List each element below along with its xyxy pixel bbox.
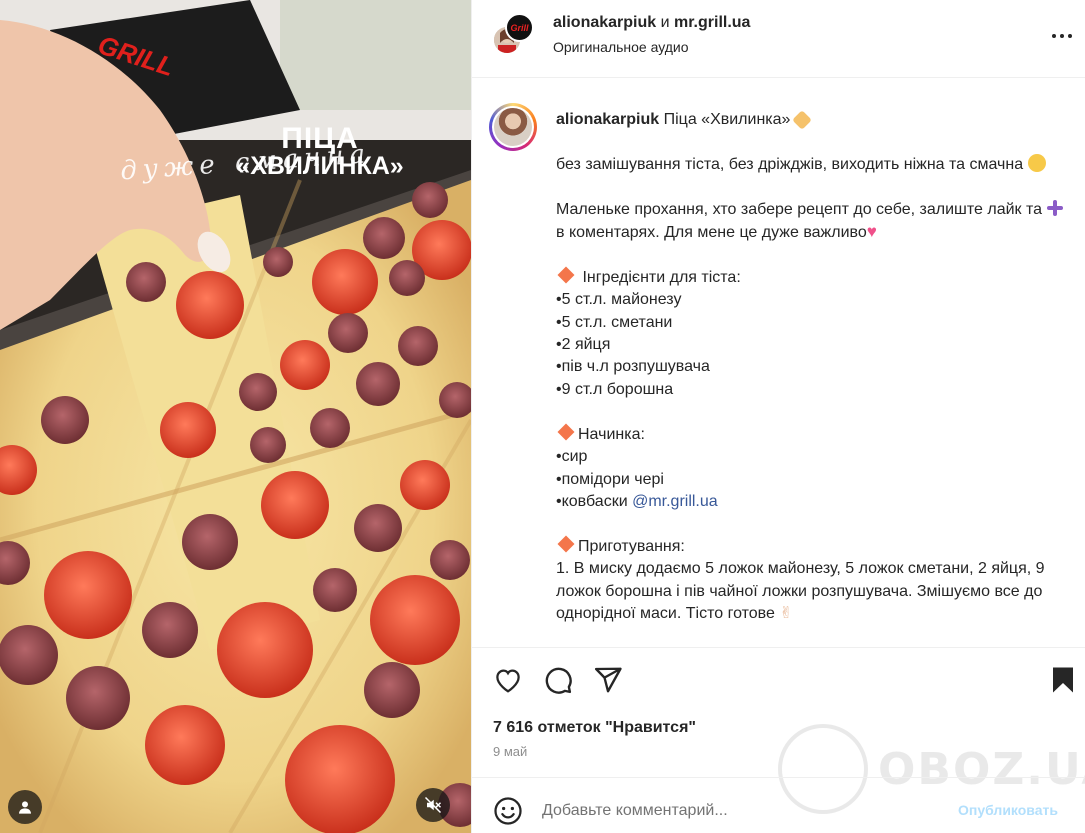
caption-avatar[interactable] bbox=[489, 103, 537, 151]
filling-heading: Начинка: bbox=[578, 425, 645, 443]
post-date[interactable]: 9 май bbox=[493, 744, 527, 759]
post-media[interactable]: GRILL дуже смачна ПІЦА «ХВИЛИНКА» bbox=[0, 0, 471, 833]
avatar-logo-text: Grill bbox=[510, 22, 529, 33]
filling-item-prefix: •ковбаски bbox=[556, 492, 633, 510]
caption-paragraph-1: без замішування тіста, без дріжджів, вих… bbox=[556, 155, 1028, 173]
save-button[interactable] bbox=[1048, 665, 1078, 695]
tongue-emoji-icon bbox=[1027, 153, 1046, 172]
like-button[interactable] bbox=[493, 665, 523, 695]
emoji-icon bbox=[494, 797, 522, 825]
ingredient-item: •2 яйця bbox=[556, 336, 611, 354]
authors-conjunction: и bbox=[656, 14, 674, 31]
user-tag-icon bbox=[19, 801, 31, 814]
ingredient-item: •пів ч.л розпушувача bbox=[556, 358, 710, 376]
overlay-title: ПІЦА «ХВИЛИНКА» bbox=[200, 122, 440, 180]
ok-hand-emoji-icon: ✌ bbox=[779, 604, 793, 622]
comment-bar: Опубликовать bbox=[472, 777, 1085, 833]
audio-link[interactable]: Оригинальное аудио bbox=[553, 39, 689, 55]
user-tag-button[interactable] bbox=[8, 790, 42, 824]
ingredient-item: •9 ст.л борошна bbox=[556, 380, 674, 398]
heart-icon bbox=[496, 669, 520, 693]
ingredients-heading: Інгредієнти для тіста: bbox=[582, 268, 741, 286]
filling-item: •сир bbox=[556, 448, 588, 466]
share-icon bbox=[594, 667, 622, 693]
post-authors: alionakarpiuk и mr.grill.ua bbox=[553, 14, 750, 32]
likes-count[interactable]: 7 616 отметок "Нравится" bbox=[493, 719, 696, 737]
caption-text: alionakarpiuk Піца «Хвилинка» без замішу… bbox=[556, 109, 1076, 625]
avatar-mr-grill[interactable]: Grill bbox=[505, 13, 534, 42]
filling-item: •помідори чері bbox=[556, 470, 664, 488]
comment-button[interactable] bbox=[543, 665, 573, 695]
overlay-title-line3: «ХВИЛИНКА» bbox=[236, 152, 404, 180]
share-button[interactable] bbox=[593, 665, 623, 695]
comment-icon bbox=[545, 667, 572, 694]
ingredient-item: •5 ст.л. сметани bbox=[556, 313, 673, 331]
mute-button[interactable] bbox=[416, 788, 450, 822]
mute-icon bbox=[424, 796, 442, 814]
plus-emoji-icon bbox=[1046, 199, 1064, 217]
author-link-1[interactable]: alionakarpiuk bbox=[553, 14, 656, 31]
caption-username[interactable]: alionakarpiuk bbox=[556, 111, 659, 128]
diamond-bullet-icon bbox=[557, 266, 575, 284]
mention-link[interactable]: @mr.grill.ua bbox=[632, 493, 718, 510]
post-actions: 7 616 отметок "Нравится" 9 май bbox=[472, 647, 1085, 777]
emoji-button[interactable] bbox=[493, 796, 523, 826]
heart-emoji-icon: ♥ bbox=[866, 222, 877, 242]
caption-title: Піца «Хвилинка» bbox=[659, 111, 795, 128]
caption-paragraph-2a: Маленьке прохання, хто забере рецепт до … bbox=[556, 200, 1047, 218]
author-link-2[interactable]: mr.grill.ua bbox=[674, 14, 750, 31]
diamond-bullet-icon bbox=[557, 423, 575, 441]
diamond-bullet-icon bbox=[557, 535, 575, 553]
post-panel: Grill alionakarpiuk и mr.grill.ua Оригин… bbox=[471, 0, 1085, 833]
overlay-title-line1: ПІЦА bbox=[281, 122, 359, 155]
ingredient-item: •5 ст.л. майонезу bbox=[556, 291, 682, 309]
comment-input[interactable] bbox=[542, 797, 942, 825]
post-header: Grill alionakarpiuk и mr.grill.ua Оригин… bbox=[472, 0, 1085, 78]
post-comment-button[interactable]: Опубликовать bbox=[958, 802, 1058, 818]
bookmark-icon bbox=[1053, 667, 1073, 693]
post-caption: alionakarpiuk Піца «Хвилинка» без замішу… bbox=[472, 79, 1085, 647]
preparation-text: 1. В миску додаємо 5 ложок майонезу, 5 л… bbox=[556, 560, 1049, 622]
preparation-heading: Приготування: bbox=[578, 537, 685, 555]
more-icon bbox=[1052, 34, 1072, 38]
more-options-button[interactable] bbox=[1050, 24, 1074, 48]
